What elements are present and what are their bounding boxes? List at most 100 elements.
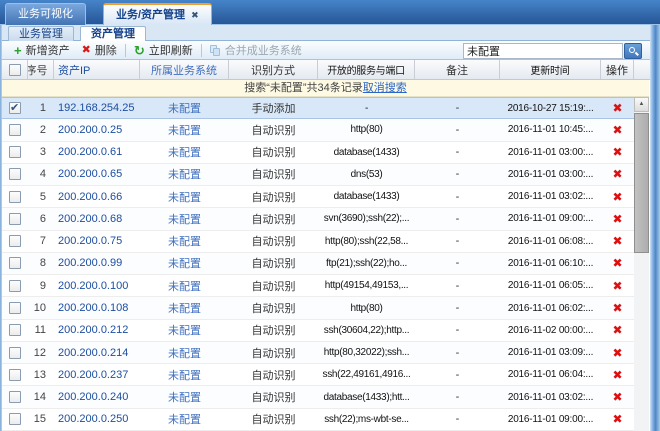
table-row[interactable]: 3 200.200.0.61 未配置 自动识别 database(1433) -… xyxy=(2,141,634,164)
row-ip[interactable]: 200.200.0.214 xyxy=(54,342,140,363)
row-checkbox[interactable] xyxy=(9,123,21,136)
row-select-cell[interactable] xyxy=(2,119,28,140)
table-row[interactable]: 14 200.200.0.240 未配置 自动识别 database(1433)… xyxy=(2,386,634,409)
table-row[interactable]: 6 200.200.0.68 未配置 自动识别 svn(3690);ssh(22… xyxy=(2,208,634,231)
row-ip[interactable]: 200.200.0.240 xyxy=(54,386,140,407)
row-system[interactable]: 未配置 xyxy=(140,342,229,363)
table-row[interactable]: 9 200.200.0.100 未配置 自动识别 http(49154,4915… xyxy=(2,275,634,298)
row-checkbox[interactable] xyxy=(9,212,21,225)
delete-row-icon[interactable]: ✖ xyxy=(612,324,622,336)
delete-row-icon[interactable]: ✖ xyxy=(612,257,622,269)
delete-row-icon[interactable]: ✖ xyxy=(612,369,622,381)
row-select-cell[interactable] xyxy=(2,231,28,252)
table-row[interactable]: 8 200.200.0.99 未配置 自动识别 ftp(21);ssh(22);… xyxy=(2,252,634,276)
tab-business-asset-management[interactable]: 业务/资产管理 ✖ xyxy=(103,3,212,25)
row-select-cell[interactable] xyxy=(2,142,28,163)
search-input[interactable] xyxy=(463,43,623,59)
row-select-cell[interactable] xyxy=(2,253,28,274)
row-system[interactable]: 未配置 xyxy=(140,119,229,140)
header-select-all[interactable] xyxy=(2,60,28,79)
row-system[interactable]: 未配置 xyxy=(140,231,229,252)
row-system[interactable]: 未配置 xyxy=(140,164,229,185)
row-checkbox[interactable] xyxy=(9,302,21,315)
tab-asset-management[interactable]: 资产管理 xyxy=(80,26,146,42)
delete-row-icon[interactable]: ✖ xyxy=(612,235,622,247)
row-system[interactable]: 未配置 xyxy=(140,297,229,318)
delete-row-icon[interactable]: ✖ xyxy=(612,302,622,314)
header-system[interactable]: 所属业务系统 xyxy=(140,60,229,79)
header-remark[interactable]: 备注 xyxy=(415,60,500,79)
delete-row-icon[interactable]: ✖ xyxy=(612,102,622,114)
row-ip[interactable]: 200.200.0.75 xyxy=(54,231,140,252)
row-select-cell[interactable] xyxy=(2,320,28,341)
row-ip[interactable]: 200.200.0.108 xyxy=(54,297,140,318)
delete-row-icon[interactable]: ✖ xyxy=(612,213,622,225)
table-row[interactable]: 10 200.200.0.108 未配置 自动识别 http(80) - 201… xyxy=(2,297,634,320)
table-row[interactable]: 11 200.200.0.212 未配置 自动识别 ssh(30604,22);… xyxy=(2,319,634,342)
row-select-cell[interactable] xyxy=(2,186,28,207)
cancel-search-link[interactable]: 取消搜索 xyxy=(363,82,407,94)
row-checkbox[interactable] xyxy=(9,279,21,292)
row-system[interactable]: 未配置 xyxy=(140,186,229,207)
row-checkbox[interactable] xyxy=(9,324,21,337)
row-ip[interactable]: 200.200.0.99 xyxy=(54,253,140,274)
select-all-checkbox[interactable] xyxy=(8,63,21,76)
table-row[interactable]: 12 200.200.0.214 未配置 自动识别 http(80,32022)… xyxy=(2,341,634,365)
header-num[interactable]: 序号 xyxy=(28,60,54,79)
row-select-cell[interactable] xyxy=(2,342,28,363)
row-ip[interactable]: 200.200.0.237 xyxy=(54,364,140,385)
row-ip[interactable]: 200.200.0.250 xyxy=(54,409,140,430)
row-select-cell[interactable] xyxy=(2,297,28,318)
row-ip[interactable]: 200.200.0.61 xyxy=(54,142,140,163)
row-checkbox[interactable] xyxy=(9,101,21,115)
row-ip[interactable]: 200.200.0.65 xyxy=(54,164,140,185)
row-checkbox[interactable] xyxy=(9,190,21,203)
header-action[interactable]: 操作 xyxy=(601,60,634,79)
row-checkbox[interactable] xyxy=(9,413,21,426)
table-row[interactable]: 5 200.200.0.66 未配置 自动识别 database(1433) -… xyxy=(2,186,634,209)
table-row[interactable]: 15 200.200.0.250 未配置 自动识别 ssh(22);ms-wbt… xyxy=(2,408,634,431)
row-checkbox[interactable] xyxy=(9,257,21,270)
row-ip[interactable]: 200.200.0.66 xyxy=(54,186,140,207)
delete-row-icon[interactable]: ✖ xyxy=(612,168,622,180)
table-row[interactable]: 2 200.200.0.25 未配置 自动识别 http(80) - 2016-… xyxy=(2,119,634,142)
search-button[interactable] xyxy=(624,43,642,59)
table-row[interactable]: 4 200.200.0.65 未配置 自动识别 dns(53) - 2016-1… xyxy=(2,163,634,187)
table-row[interactable]: 7 200.200.0.75 未配置 自动识别 http(80);ssh(22,… xyxy=(2,230,634,253)
row-system[interactable]: 未配置 xyxy=(140,142,229,163)
close-icon[interactable]: ✖ xyxy=(191,10,199,20)
row-select-cell[interactable] xyxy=(2,164,28,185)
table-row[interactable]: 13 200.200.0.237 未配置 自动识别 ssh(22,49161,4… xyxy=(2,364,634,387)
delete-row-icon[interactable]: ✖ xyxy=(612,347,622,359)
row-checkbox[interactable] xyxy=(9,235,21,248)
refresh-button[interactable]: ↻ 立即刷新 xyxy=(128,42,199,59)
table-row[interactable]: 1 192.168.254.25 未配置 手动添加 - - 2016-10-27… xyxy=(2,97,634,120)
row-checkbox[interactable] xyxy=(9,346,21,359)
row-system[interactable]: 未配置 xyxy=(140,253,229,274)
row-system[interactable]: 未配置 xyxy=(140,320,229,341)
add-asset-button[interactable]: + 新增资产 xyxy=(8,42,76,59)
delete-row-icon[interactable]: ✖ xyxy=(612,146,622,158)
scrollbar-thumb[interactable] xyxy=(634,113,649,253)
delete-button[interactable]: ✖ 删除 xyxy=(76,42,123,59)
row-select-cell[interactable] xyxy=(2,208,28,229)
row-system[interactable]: 未配置 xyxy=(140,275,229,296)
row-select-cell[interactable] xyxy=(2,98,28,118)
header-services[interactable]: 开放的服务与端口 xyxy=(318,60,415,79)
row-checkbox[interactable] xyxy=(9,368,21,381)
vertical-scrollbar[interactable]: ▲ xyxy=(634,97,649,431)
header-ip[interactable]: 资产IP xyxy=(54,60,140,79)
row-system[interactable]: 未配置 xyxy=(140,208,229,229)
header-updated[interactable]: 更新时间 xyxy=(500,60,601,79)
row-system[interactable]: 未配置 xyxy=(140,98,229,118)
row-ip[interactable]: 200.200.0.212 xyxy=(54,320,140,341)
row-checkbox[interactable] xyxy=(9,168,21,181)
delete-row-icon[interactable]: ✖ xyxy=(612,413,622,425)
row-system[interactable]: 未配置 xyxy=(140,409,229,430)
row-ip[interactable]: 192.168.254.25 xyxy=(54,98,140,118)
tab-business-management[interactable]: 业务管理 xyxy=(8,26,74,41)
row-ip[interactable]: 200.200.0.68 xyxy=(54,208,140,229)
delete-row-icon[interactable]: ✖ xyxy=(612,280,622,292)
delete-row-icon[interactable]: ✖ xyxy=(612,124,622,136)
scroll-up-button[interactable]: ▲ xyxy=(634,97,649,112)
